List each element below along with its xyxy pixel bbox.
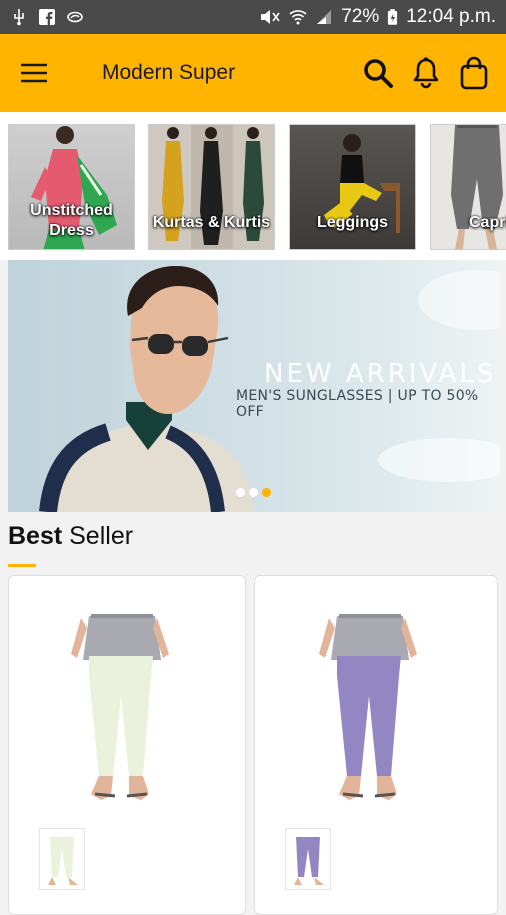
category-kurtas-kurtis[interactable]: Kurtas & Kurtis (148, 124, 275, 250)
category-label: Kurtas & Kurtis (152, 214, 271, 231)
product-thumbnail[interactable] (285, 828, 331, 890)
section-title-bold: Best (8, 522, 63, 550)
category-leggings[interactable]: Leggings (289, 124, 416, 250)
battery-percent: 72% (341, 6, 380, 27)
category-label: Leggings (316, 214, 389, 231)
app-title: Modern Super (102, 61, 236, 84)
shopping-bag-icon (460, 56, 488, 90)
clock: 12:04 p.m. (406, 6, 496, 27)
signal-icon (317, 10, 332, 24)
usb-icon (14, 9, 24, 26)
battery-icon (388, 9, 398, 25)
facebook-icon (39, 9, 55, 25)
bell-icon (413, 57, 439, 89)
status-bar: 72% 12:04 p.m. (0, 0, 506, 34)
category-label: Capri (469, 214, 506, 231)
category-label: Unstitched Dress (30, 202, 113, 239)
search-icon (364, 59, 393, 88)
search-button[interactable] (360, 55, 396, 91)
section-title-best-seller: Best Seller (8, 522, 133, 551)
product-card[interactable] (254, 575, 498, 915)
carousel-dot[interactable] (249, 488, 258, 497)
category-unstitched-dress[interactable]: Unstitched Dress (8, 124, 135, 250)
thumbnail-image (294, 837, 324, 885)
product-card[interactable] (8, 575, 246, 915)
misc-icon (67, 11, 83, 23)
menu-button[interactable] (0, 34, 68, 112)
cart-button[interactable] (456, 55, 492, 91)
hamburger-menu-icon (21, 63, 47, 83)
product-thumbnail[interactable] (39, 828, 85, 890)
banner-title: NEW ARRIVALS (264, 359, 497, 389)
product-image (71, 614, 169, 800)
notifications-button[interactable] (408, 55, 444, 91)
wifi-icon (289, 10, 307, 25)
promo-banner[interactable]: NEW ARRIVALS MEN'S SUNGLASSES | UP TO 50… (8, 260, 500, 512)
product-image (319, 614, 417, 800)
section-underline (8, 564, 36, 567)
category-strip: Unstitched Dress Kurtas & Kurtis Legging… (0, 112, 506, 260)
carousel-dot-active[interactable] (262, 488, 271, 497)
app-bar: Modern Super (0, 34, 506, 112)
carousel-dot[interactable] (236, 488, 245, 497)
thumbnail-image (48, 837, 78, 885)
mute-icon (261, 10, 280, 24)
carousel-indicator (236, 488, 271, 497)
category-capri[interactable]: Capri (430, 124, 506, 250)
banner-subtitle: MEN'S SUNGLASSES | UP TO 50% OFF (236, 388, 479, 420)
section-title-rest: Seller (62, 522, 134, 550)
